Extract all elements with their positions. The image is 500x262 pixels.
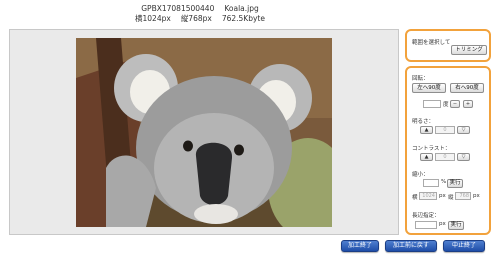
file-name: Koala.jpg (224, 4, 259, 13)
trim-label: 範囲を選択して (412, 40, 451, 46)
rotate-degree-unit: 度 (443, 102, 449, 108)
file-id: GPBX17081500440 (141, 4, 215, 13)
triangle-up-icon: ▲ (424, 154, 429, 160)
contrast-up-button[interactable]: ▲ (420, 153, 433, 161)
trim-panel: 範囲を選択して トリミング (405, 29, 491, 62)
contrast-label: コントラスト： (412, 146, 451, 152)
shrink-label: 縮小： (412, 172, 429, 178)
image-stage[interactable] (9, 29, 399, 235)
rotate-minus-button[interactable]: − (450, 100, 460, 108)
shrink-apply-button[interactable]: 実行 (447, 179, 463, 188)
rotate-left-button[interactable]: 左へ90度 (412, 83, 446, 93)
rotate-label: 回転： (412, 76, 429, 82)
rotate-right-button[interactable]: 右へ90度 (450, 83, 484, 93)
long-side-apply-button[interactable]: 実行 (448, 221, 464, 230)
contrast-down-button[interactable]: ▽ (457, 153, 470, 161)
triangle-down-icon: ▽ (461, 154, 466, 160)
file-info: GPBX17081500440 Koala.jpg 横1024px 縦768px 76… (0, 4, 400, 24)
shrink-height-value[interactable]: 768 (455, 192, 471, 200)
revert-button[interactable]: 加工前に戻す (385, 240, 437, 252)
shrink-percent-input[interactable] (423, 179, 439, 187)
triangle-up-icon: ▲ (424, 127, 429, 133)
shrink-height-unit: px (473, 193, 480, 199)
cancel-button[interactable]: 中止終了 (443, 240, 485, 252)
contrast-value: 0 (435, 153, 455, 161)
finish-button[interactable]: 加工終了 (341, 240, 379, 252)
file-info-line2: 横1024px 縦768px 762.5Kbyte (0, 14, 400, 24)
shrink-width-label: 横 (412, 195, 418, 201)
trim-button[interactable]: トリミング (451, 45, 487, 55)
shrink-width-unit: px (439, 193, 446, 199)
brightness-down-button[interactable]: ▽ (457, 126, 470, 134)
brightness-value: 0 (435, 126, 455, 134)
koala-photo[interactable] (76, 38, 332, 227)
shrink-percent-unit: % (441, 179, 447, 185)
brightness-up-button[interactable]: ▲ (420, 126, 433, 134)
long-side-label: 長辺指定： (412, 213, 440, 219)
brightness-label: 明るさ： (412, 119, 435, 125)
rotate-degree-input[interactable] (423, 100, 441, 108)
shrink-width-value[interactable]: 1024 (419, 192, 437, 200)
rotate-plus-button[interactable]: + (463, 100, 473, 108)
long-side-unit: px (439, 221, 446, 227)
file-info-line1: GPBX17081500440 Koala.jpg (0, 4, 400, 14)
edit-panel: 回転： 左へ90度 右へ90度 度 − + 明るさ： ▲ 0 ▽ コントラスト：… (405, 66, 491, 235)
shrink-height-label: 縦 (448, 195, 454, 201)
file-width: 横1024px (135, 14, 171, 23)
long-side-input[interactable] (415, 221, 437, 229)
triangle-down-icon: ▽ (461, 127, 466, 133)
file-size: 762.5Kbyte (221, 14, 265, 23)
file-height: 縦768px (180, 14, 212, 23)
